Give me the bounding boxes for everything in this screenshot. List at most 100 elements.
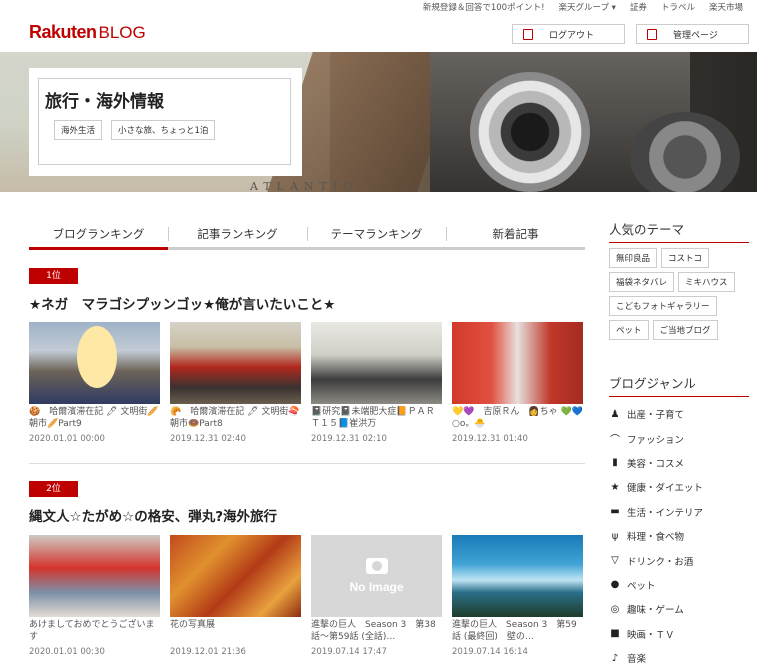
- genre-label: 映画・ＴＶ: [627, 629, 675, 641]
- signup-points-link[interactable]: 新規登録＆回答で100ポイント!: [423, 1, 545, 13]
- camera-dial: [630, 112, 740, 192]
- rakuten-blog-logo[interactable]: Rakuten BLOG: [29, 22, 146, 43]
- genre-label: 美容・コスメ: [627, 458, 685, 470]
- rank-badge: 2位: [29, 481, 78, 497]
- logout-label: ログアウト: [549, 30, 595, 41]
- logout-icon: [523, 28, 533, 40]
- popular-themes-heading: 人気のテーマ: [609, 219, 749, 243]
- no-image-label: No Image: [349, 580, 404, 594]
- travel-link[interactable]: トラベル: [661, 1, 695, 13]
- genre-label: 音楽: [627, 654, 647, 666]
- post-date: 2019.07.14 16:14: [452, 647, 528, 657]
- genre-label: 出産・子育て: [627, 410, 685, 422]
- hat-icon: ⌒: [610, 435, 620, 447]
- genre-label: 趣味・ゲーム: [627, 605, 684, 617]
- popular-themes-list: 無印良品 コストコ 福袋ネタバレ ミキハウス こどもフォトギャラリー ペット ご…: [609, 248, 749, 340]
- genre-item-childcare[interactable]: ♟ 出産・子育て: [609, 402, 749, 426]
- genre-label: ファッション: [627, 434, 685, 446]
- post-caption[interactable]: 🥐 哈爾濱滞在記 🖊 文明街🍣朝市🍩Part8: [170, 406, 301, 430]
- post-thumbnails: 🍪 哈爾濱滞在記 🖊 文明街🥖朝市🥖Part9 2020.01.01 00:00…: [29, 322, 585, 444]
- post-card[interactable]: No Image 進撃の巨人 Season 3 第38話～第59話 (全話)… …: [311, 535, 442, 657]
- theme-chip[interactable]: ペット: [609, 320, 649, 340]
- post-image[interactable]: [29, 322, 160, 404]
- post-image[interactable]: [452, 535, 583, 617]
- logout-button[interactable]: ログアウト: [512, 24, 625, 44]
- wine-icon: ▽: [611, 555, 619, 567]
- post-card[interactable]: 💛💜 吉原Ｒん 👩ちゃ 💚💙 ○o。🐣 2019.12.31 01:40: [452, 322, 583, 444]
- utility-links: 新規登録＆回答で100ポイント! 楽天グループ ▾ 証券 トラベル 楽天市場: [423, 1, 743, 13]
- genre-item-health[interactable]: ★ 健康・ダイエット: [609, 475, 749, 499]
- ranked-blog-title[interactable]: 縄文人☆たがめ☆の格安、弾丸?海外旅行: [29, 505, 277, 525]
- post-date: 2019.12.31 02:10: [311, 434, 387, 444]
- post-card[interactable]: 進撃の巨人 Season 3 第59話 (最終回) 壁の… 2019.07.14…: [452, 535, 583, 657]
- admin-page-button[interactable]: 管理ページ: [636, 24, 749, 44]
- post-caption[interactable]: 花の写真展: [170, 619, 301, 643]
- genre-item-hobby[interactable]: ◎ 趣味・ゲーム: [609, 597, 749, 621]
- site-header: Rakuten BLOG ログアウト 管理ページ: [0, 14, 757, 52]
- securities-link[interactable]: 証券: [630, 1, 647, 13]
- genre-list: ♟ 出産・子育て ⌒ ファッション ▮ 美容・コスメ ★ 健康・ダイエット ▬ 生活・イン…: [609, 402, 749, 668]
- rank-badge: 1位: [29, 268, 78, 284]
- post-card[interactable]: 📓研究📓未端肥大症📙ＰＡＲＴ１５📘崔洪万 2019.12.31 02:10: [311, 322, 442, 444]
- genre-item-fashion[interactable]: ⌒ ファッション: [609, 426, 749, 450]
- post-image[interactable]: [452, 322, 583, 404]
- blog-title-box: 旅行・海外情報 海外生活 小さな旅、ちょっと1泊: [29, 68, 302, 176]
- post-card[interactable]: 🥐 哈爾濱滞在記 🖊 文明街🍣朝市🍩Part8 2019.12.31 02:40: [170, 322, 301, 444]
- post-card[interactable]: あけましておめでとうございます 2020.01.01 00:30: [29, 535, 160, 657]
- genre-item-pets[interactable]: ● ペット: [609, 573, 749, 597]
- ichiba-link[interactable]: 楽天市場: [709, 1, 743, 13]
- post-caption[interactable]: 🍪 哈爾濱滞在記 🖊 文明街🥖朝市🥖Part9: [29, 406, 160, 430]
- utility-bar: 新規登録＆回答で100ポイント! 楽天グループ ▾ 証券 トラベル 楽天市場: [0, 0, 757, 14]
- tab-article-ranking[interactable]: 記事ランキング: [168, 222, 307, 247]
- rakuten-group-menu[interactable]: 楽天グループ ▾: [558, 1, 615, 13]
- tab-theme-ranking[interactable]: テーマランキング: [307, 222, 446, 247]
- ranking-tabs: ブログランキング 記事ランキング テーマランキング 新着記事: [29, 222, 585, 250]
- theme-chip[interactable]: こどもフォトギャラリー: [609, 296, 717, 316]
- post-date: 2019.07.14 17:47: [311, 647, 387, 657]
- post-image[interactable]: [311, 322, 442, 404]
- genre-label: ペット: [627, 580, 656, 592]
- theme-chip[interactable]: ご当地ブログ: [652, 320, 718, 340]
- blog-tag[interactable]: 海外生活: [54, 120, 103, 140]
- post-image[interactable]: [29, 535, 160, 617]
- genre-item-drinks[interactable]: ▽ ドリンク・お酒: [609, 548, 749, 572]
- blog-genre-heading: ブログジャンル: [609, 373, 749, 397]
- post-image[interactable]: [170, 535, 301, 617]
- gamepad-icon: ◎: [610, 603, 620, 615]
- runner-icon: ★: [610, 481, 620, 493]
- post-caption[interactable]: 📓研究📓未端肥大症📙ＰＡＲＴ１５📘崔洪万: [311, 406, 442, 430]
- post-date: 2019.12.31 01:40: [452, 434, 528, 444]
- theme-chip[interactable]: ミキハウス: [678, 272, 735, 292]
- music-note-icon: ♪: [611, 652, 619, 664]
- post-caption[interactable]: あけましておめでとうございます: [29, 619, 160, 643]
- post-card[interactable]: 🍪 哈爾濱滞在記 🖊 文明街🥖朝市🥖Part9 2020.01.01 00:00: [29, 322, 160, 444]
- genre-item-living[interactable]: ▬ 生活・インテリア: [609, 500, 749, 524]
- genre-label: 料理・食べ物: [627, 532, 685, 544]
- genre-label: 健康・ダイエット: [627, 483, 703, 495]
- theme-chip[interactable]: コストコ: [661, 248, 710, 268]
- post-caption[interactable]: 進撃の巨人 Season 3 第59話 (最終回) 壁の…: [452, 619, 583, 643]
- post-date: 2019.12.01 21:36: [170, 647, 246, 657]
- genre-item-movies[interactable]: ■ 映画・ＴＶ: [609, 622, 749, 646]
- post-card[interactable]: 花の写真展 2019.12.01 21:36: [170, 535, 301, 657]
- genre-item-food[interactable]: ψ 料理・食べ物: [609, 524, 749, 548]
- genre-item-beauty[interactable]: ▮ 美容・コスメ: [609, 451, 749, 475]
- post-caption[interactable]: 進撃の巨人 Season 3 第38話～第59話 (全話)…: [311, 619, 442, 643]
- theme-chip[interactable]: 福袋ネタバレ: [609, 272, 675, 292]
- genre-item-music[interactable]: ♪ 音楽: [609, 646, 749, 668]
- post-thumbnails: あけましておめでとうございます 2020.01.01 00:30 花の写真展 2…: [29, 535, 585, 657]
- theme-chip[interactable]: 無印良品: [609, 248, 658, 268]
- blog-tag[interactable]: 小さな旅、ちょっと1泊: [111, 120, 216, 140]
- no-image-placeholder[interactable]: No Image: [311, 535, 442, 617]
- post-caption[interactable]: 💛💜 吉原Ｒん 👩ちゃ 💚💙 ○o。🐣: [452, 406, 583, 430]
- tab-new-articles[interactable]: 新着記事: [446, 222, 585, 247]
- map-label: ATLANTIC: [250, 180, 358, 192]
- post-image[interactable]: [170, 322, 301, 404]
- cutlery-icon: ψ: [611, 530, 619, 542]
- face-blur-overlay: [77, 326, 117, 388]
- tab-blog-ranking[interactable]: ブログランキング: [29, 222, 168, 250]
- ranked-blog-title[interactable]: ★ネガ マラゴシプッンゴッ★俺が言いたいこと★: [29, 293, 335, 313]
- blog-title[interactable]: 旅行・海外情報: [45, 87, 164, 112]
- genre-label: ドリンク・お酒: [627, 556, 694, 568]
- post-date: 2020.01.01 00:00: [29, 434, 105, 444]
